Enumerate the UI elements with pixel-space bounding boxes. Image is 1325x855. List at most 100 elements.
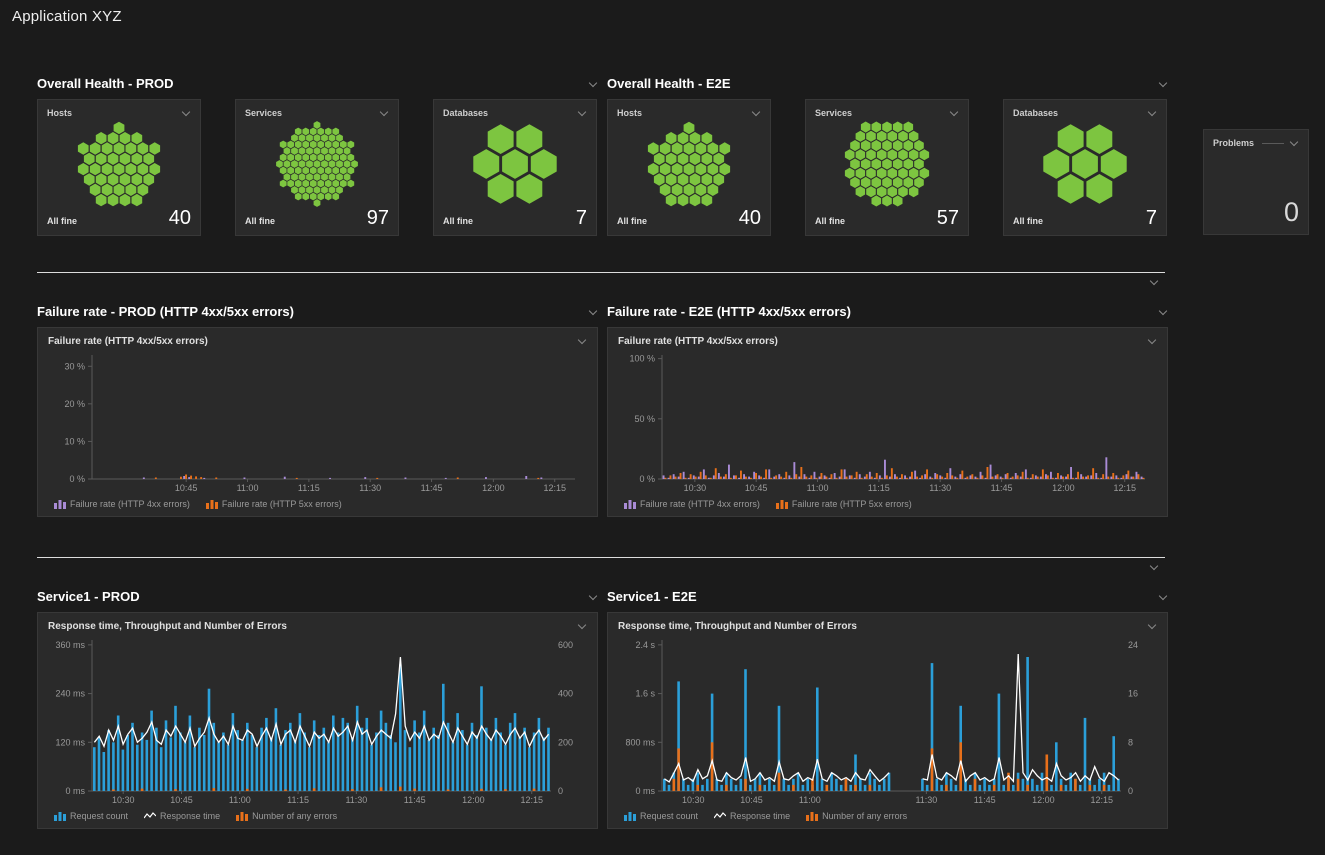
legend-bar-icon <box>806 811 818 821</box>
legend-item[interactable]: Request count <box>624 811 698 821</box>
legend-item[interactable]: Failure rate (HTTP 4xx errors) <box>624 499 760 509</box>
chevron-down-icon[interactable] <box>752 108 761 117</box>
chevron-down-icon[interactable] <box>1290 138 1299 147</box>
chart-plot[interactable]: 0 %50 %100 %10:3010:4511:0011:1511:3011:… <box>618 349 1157 494</box>
chart-plot[interactable]: 0 %10 %20 %30 %10:4511:0011:1511:3011:45… <box>48 349 587 494</box>
svg-text:10:30: 10:30 <box>684 483 707 493</box>
chevron-down-icon[interactable] <box>1150 277 1159 286</box>
section-title: Service1 - E2E <box>607 589 697 604</box>
chevron-down-icon[interactable] <box>578 336 587 345</box>
health-tile-databases-e2e[interactable]: Databases All fine 7 <box>1003 99 1167 236</box>
chart-legend: Request count Response time Number of any … <box>48 806 587 826</box>
legend-label: Failure rate (HTTP 4xx errors) <box>70 499 190 509</box>
tile-title: Databases <box>443 108 488 118</box>
svg-text:12:15: 12:15 <box>520 795 543 805</box>
chevron-down-icon[interactable] <box>1148 336 1157 345</box>
chevron-down-icon[interactable] <box>1150 562 1159 571</box>
health-tile-hosts-prod[interactable]: Hosts All fine 40 <box>37 99 201 236</box>
svg-text:12:00: 12:00 <box>482 483 505 493</box>
count-value: 97 <box>367 208 389 228</box>
svg-text:10:45: 10:45 <box>170 795 193 805</box>
svg-text:10:45: 10:45 <box>745 483 768 493</box>
legend-label: Number of any errors <box>252 811 337 821</box>
svg-text:11:00: 11:00 <box>229 795 251 805</box>
chevron-down-icon[interactable] <box>380 108 389 117</box>
chart-tile-failure-prod[interactable]: Failure rate (HTTP 4xx/5xx errors) 0 %10… <box>37 327 598 517</box>
chevron-down-icon[interactable] <box>1148 621 1157 630</box>
legend-label: Request count <box>640 811 698 821</box>
svg-text:1.6 s: 1.6 s <box>635 689 655 699</box>
legend-item[interactable]: Number of any errors <box>236 811 337 821</box>
chart-tile-failure-e2e[interactable]: Failure rate (HTTP 4xx/5xx errors) 0 %50… <box>607 327 1168 517</box>
legend-label: Failure rate (HTTP 5xx errors) <box>792 499 912 509</box>
chart-header: Failure rate (HTTP 4xx/5xx errors) <box>48 336 587 347</box>
chart-legend: Failure rate (HTTP 4xx errors) Failure ra… <box>618 494 1157 514</box>
chevron-down-icon[interactable] <box>589 592 598 601</box>
legend-line-icon <box>714 811 726 821</box>
chevron-down-icon[interactable] <box>1159 307 1168 316</box>
legend-label: Failure rate (HTTP 4xx errors) <box>640 499 760 509</box>
honeycomb-chart <box>245 120 389 208</box>
divider-line <box>37 272 1165 273</box>
section-title: Overall Health - PROD <box>37 76 174 91</box>
tile-title: Services <box>815 108 852 118</box>
svg-text:120 ms: 120 ms <box>55 737 85 747</box>
svg-text:10:30: 10:30 <box>112 795 135 805</box>
legend-bar-icon <box>624 811 636 821</box>
chart-tile-service-prod[interactable]: Response time, Throughput and Number of … <box>37 612 598 829</box>
svg-text:11:15: 11:15 <box>287 795 309 805</box>
section-divider <box>37 272 1165 273</box>
section-service-e2e: Service1 - E2E Response time, Throughput… <box>607 586 1168 829</box>
status-label: All fine <box>1013 216 1043 228</box>
chevron-down-icon[interactable] <box>1159 592 1168 601</box>
tile-footer: All fine 40 <box>47 208 191 228</box>
chevron-down-icon[interactable] <box>589 307 598 316</box>
health-tile-databases-prod[interactable]: Databases All fine 7 <box>433 99 597 236</box>
chart-title: Response time, Throughput and Number of … <box>618 621 857 632</box>
svg-text:800 ms: 800 ms <box>625 737 655 747</box>
tile-header: Problems <box>1213 138 1299 148</box>
chevron-down-icon[interactable] <box>1148 108 1157 117</box>
section-title: Failure rate - PROD (HTTP 4xx/5xx errors… <box>37 304 294 319</box>
health-tile-services-e2e[interactable]: Services All fine 57 <box>805 99 969 236</box>
chevron-down-icon[interactable] <box>182 108 191 117</box>
count-value: 40 <box>739 208 761 228</box>
svg-text:11:30: 11:30 <box>345 795 367 805</box>
svg-text:400: 400 <box>558 689 573 699</box>
legend-bar-icon <box>206 499 218 509</box>
chevron-down-icon[interactable] <box>578 621 587 630</box>
chart-tile-service-e2e[interactable]: Response time, Throughput and Number of … <box>607 612 1168 829</box>
health-tile-hosts-e2e[interactable]: Hosts All fine 40 <box>607 99 771 236</box>
chart-title: Failure rate (HTTP 4xx/5xx errors) <box>618 336 778 347</box>
chevron-down-icon[interactable] <box>578 108 587 117</box>
chart-plot[interactable]: 0 ms120 ms240 ms360 ms020040060010:3010:… <box>48 634 587 806</box>
chevron-down-icon[interactable] <box>950 108 959 117</box>
svg-text:30 %: 30 % <box>64 361 85 371</box>
health-tile-services-prod[interactable]: Services All fine 97 <box>235 99 399 236</box>
health-row: Overall Health - PROD Hosts All fine 40 <box>37 73 1325 236</box>
legend-bar-icon <box>624 499 636 509</box>
chevron-down-icon[interactable] <box>1159 79 1168 88</box>
divider-line <box>37 557 1165 558</box>
section-health-e2e: Overall Health - E2E Hosts All fine 40 <box>607 73 1168 236</box>
chart-plot[interactable]: 0 ms800 ms1.6 s2.4 s08162410:3010:4511:0… <box>618 634 1157 806</box>
svg-text:10:45: 10:45 <box>740 795 763 805</box>
failure-rate-row: Failure rate - PROD (HTTP 4xx/5xx errors… <box>37 301 1325 517</box>
legend-item[interactable]: Failure rate (HTTP 5xx errors) <box>206 499 342 509</box>
chevron-down-icon[interactable] <box>589 79 598 88</box>
problems-tile[interactable]: Problems 0 <box>1203 129 1309 235</box>
section-header: Failure rate - PROD (HTTP 4xx/5xx errors… <box>37 301 598 321</box>
svg-text:360 ms: 360 ms <box>55 640 85 650</box>
chart-header: Response time, Throughput and Number of … <box>48 621 587 632</box>
tile-header: Hosts <box>617 108 761 118</box>
legend-item[interactable]: Response time <box>144 811 220 821</box>
legend-item[interactable]: Request count <box>54 811 128 821</box>
section-header: Service1 - PROD <box>37 586 598 606</box>
legend-item[interactable]: Failure rate (HTTP 4xx errors) <box>54 499 190 509</box>
section-service-prod: Service1 - PROD Response time, Throughpu… <box>37 586 598 829</box>
legend-item[interactable]: Response time <box>714 811 790 821</box>
svg-text:12:15: 12:15 <box>1090 795 1113 805</box>
chart-header: Failure rate (HTTP 4xx/5xx errors) <box>618 336 1157 347</box>
legend-item[interactable]: Number of any errors <box>806 811 907 821</box>
legend-item[interactable]: Failure rate (HTTP 5xx errors) <box>776 499 912 509</box>
